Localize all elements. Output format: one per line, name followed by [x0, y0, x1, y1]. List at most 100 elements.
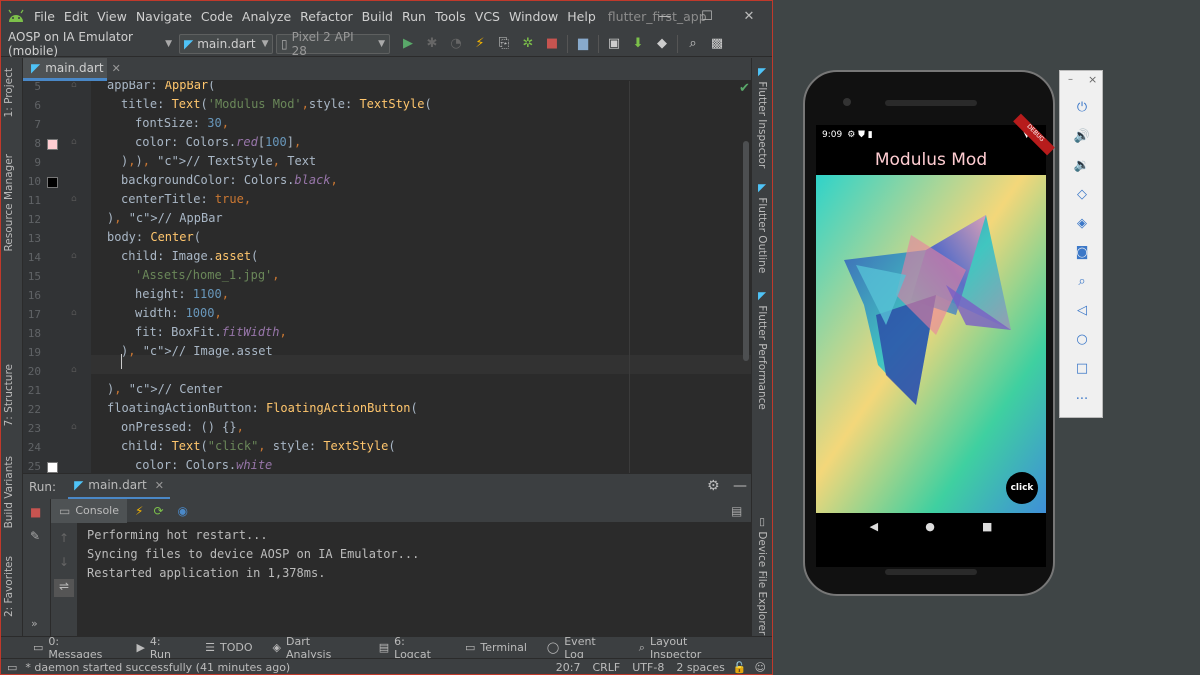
- avd-manager-icon[interactable]: ▣: [602, 33, 626, 55]
- search-icon[interactable]: ⌕: [681, 33, 705, 55]
- menu-help[interactable]: Help: [564, 9, 602, 24]
- event-icon[interactable]: ☺: [755, 661, 766, 674]
- close-tab-icon[interactable]: ✕: [155, 479, 164, 492]
- soft-wrap-icon[interactable]: ⇌: [54, 579, 74, 597]
- layout-icon[interactable]: ▤: [731, 504, 742, 518]
- emu-minimize-button[interactable]: –: [1068, 74, 1073, 85]
- profile-icon[interactable]: ◔: [444, 33, 468, 55]
- hot-reload-icon[interactable]: ⚡: [468, 33, 492, 55]
- arrow-up-icon[interactable]: ↑: [59, 531, 69, 545]
- file-encoding[interactable]: UTF-8: [632, 661, 664, 674]
- tool-tab-flutter-outline[interactable]: ◤ Flutter Outline: [756, 182, 768, 273]
- more-icon[interactable]: »: [31, 617, 38, 630]
- menu-file[interactable]: File: [31, 9, 61, 24]
- tool-tab-resource-manager[interactable]: Resource Manager: [3, 154, 15, 252]
- tool-tab-logcat[interactable]: ▤ 6: Logcat: [369, 635, 455, 661]
- volume-down-icon[interactable]: 🔉: [1060, 151, 1104, 179]
- tool-tab-favorites[interactable]: 2: Favorites: [3, 556, 15, 617]
- tab-main-dart[interactable]: ◤ main.dart ✕: [23, 58, 121, 81]
- code-editor[interactable]: ✔ 5 ⌂ appBar: AppBar(6 title: Text('Modulus…: [23, 81, 751, 473]
- hot-reload-icon[interactable]: ⚡: [135, 504, 143, 518]
- tool-tab-flutter-inspector[interactable]: ◤ Flutter Inspector: [756, 66, 768, 168]
- gear-icon[interactable]: ⚙: [707, 478, 720, 494]
- tool-tab-project[interactable]: 1: Project: [3, 68, 15, 117]
- fold-marker-icon[interactable]: ⌂: [71, 365, 77, 375]
- tool-tab-run[interactable]: ▶ 4: Run: [126, 635, 195, 661]
- close-tab-icon[interactable]: ✕: [112, 62, 121, 75]
- menu-tools[interactable]: Tools: [432, 9, 472, 24]
- back-icon[interactable]: ◀: [870, 520, 878, 533]
- fold-marker-icon[interactable]: ⌂: [71, 251, 77, 261]
- menu-window[interactable]: Window: [506, 9, 564, 24]
- maximize-button[interactable]: ☐: [687, 1, 727, 31]
- power-icon[interactable]: ⏻: [1060, 93, 1104, 121]
- rotate-right-icon[interactable]: ◈: [1060, 209, 1104, 237]
- console-output[interactable]: Performing hot restart... Syncing files …: [77, 523, 751, 636]
- rotate-left-icon[interactable]: ◇: [1060, 180, 1104, 208]
- overview-icon[interactable]: □: [1060, 354, 1104, 382]
- color-swatch-icon[interactable]: [47, 139, 58, 150]
- hot-restart-icon[interactable]: ⟳: [153, 504, 163, 518]
- tool-tab-layout-inspector[interactable]: ⌕ Layout Inspector: [629, 635, 752, 661]
- tool-tab-device-file-explorer[interactable]: ▯ Device File Explorer: [756, 516, 768, 635]
- recents-icon[interactable]: ■: [982, 520, 992, 533]
- tool-tab-build-variants[interactable]: Build Variants: [3, 456, 15, 528]
- tool-tab-flutter-performance[interactable]: ◤ Flutter Performance: [756, 290, 768, 410]
- tool-tab-event-log[interactable]: ◯ Event Log: [537, 635, 629, 661]
- menu-run[interactable]: Run: [399, 9, 432, 24]
- sync-icon[interactable]: ◆: [650, 33, 674, 55]
- click-fab-button[interactable]: click: [1006, 472, 1038, 504]
- devtools-icon[interactable]: ◉: [178, 504, 188, 518]
- debug-icon[interactable]: ✱: [420, 33, 444, 55]
- attach-debugger-icon[interactable]: ✲: [516, 33, 540, 55]
- more-icon[interactable]: ···: [1060, 385, 1104, 413]
- home-icon[interactable]: ○: [1060, 325, 1104, 353]
- avd-selector[interactable]: ▯ Pixel 2 API 28 ▼: [276, 30, 390, 58]
- zoom-icon[interactable]: ⌕: [1060, 267, 1104, 295]
- tool-tab-structure[interactable]: 7: Structure: [3, 364, 15, 426]
- emulator-screen[interactable]: 9:09 ⚙ ⛊ ▮ ▼ ▮ DEBUG Modulus Mod: [816, 113, 1055, 567]
- device-selector[interactable]: AOSP on IA Emulator (mobile) ▼: [4, 30, 176, 58]
- menu-vcs[interactable]: VCS: [472, 9, 506, 24]
- menu-analyze[interactable]: Analyze: [239, 9, 297, 24]
- stop-icon[interactable]: ■: [30, 505, 41, 519]
- tool-tab-messages[interactable]: ▭ 0: Messages: [23, 635, 126, 661]
- run-icon[interactable]: ▶: [396, 33, 420, 55]
- minimize-button[interactable]: —: [645, 1, 685, 31]
- sdk-manager-icon[interactable]: ⬇: [626, 33, 650, 55]
- fold-marker-icon[interactable]: ⌂: [71, 194, 77, 204]
- menu-view[interactable]: View: [94, 9, 133, 24]
- menu-code[interactable]: Code: [198, 9, 239, 24]
- hide-panel-icon[interactable]: —: [733, 478, 747, 494]
- tool-tab-dart-analysis[interactable]: ◈ Dart Analysis: [263, 635, 369, 661]
- run-config-selector[interactable]: ◤ main.dart ▼: [179, 33, 273, 54]
- run-config-tab[interactable]: ◤ main.dart ✕: [68, 474, 170, 500]
- camera-icon[interactable]: ◙: [1060, 238, 1104, 266]
- fold-marker-icon[interactable]: ⌂: [71, 422, 77, 432]
- fold-marker-icon[interactable]: ⌂: [71, 81, 77, 90]
- menu-edit[interactable]: Edit: [61, 9, 94, 24]
- color-swatch-icon[interactable]: [47, 177, 58, 188]
- folder-icon[interactable]: ▆: [571, 33, 595, 55]
- home-icon[interactable]: ●: [925, 520, 935, 533]
- menu-build[interactable]: Build: [359, 9, 399, 24]
- lock-icon[interactable]: 🔓: [733, 661, 747, 674]
- pin-icon[interactable]: ✎: [30, 529, 40, 543]
- apply-changes-icon[interactable]: ⎘: [492, 33, 516, 55]
- volume-up-icon[interactable]: 🔊: [1060, 122, 1104, 150]
- fold-marker-icon[interactable]: ⌂: [71, 137, 77, 147]
- tool-tab-todo[interactable]: ☰ TODO: [195, 641, 262, 654]
- fold-marker-icon[interactable]: ⌂: [71, 308, 77, 318]
- indent-setting[interactable]: 2 spaces: [676, 661, 725, 674]
- close-window-button[interactable]: ✕: [729, 1, 769, 31]
- editor-scrollbar[interactable]: [743, 141, 749, 361]
- menu-navigate[interactable]: Navigate: [133, 9, 198, 24]
- user-icon[interactable]: ▩: [705, 33, 729, 55]
- back-icon[interactable]: ◁: [1060, 296, 1104, 324]
- menu-refactor[interactable]: Refactor: [297, 9, 358, 24]
- caret-position[interactable]: 20:7: [556, 661, 581, 674]
- tool-tab-terminal[interactable]: ▭ Terminal: [455, 641, 537, 654]
- line-separator[interactable]: CRLF: [592, 661, 620, 674]
- color-swatch-icon[interactable]: [47, 462, 58, 473]
- stop-icon[interactable]: ■: [540, 33, 564, 55]
